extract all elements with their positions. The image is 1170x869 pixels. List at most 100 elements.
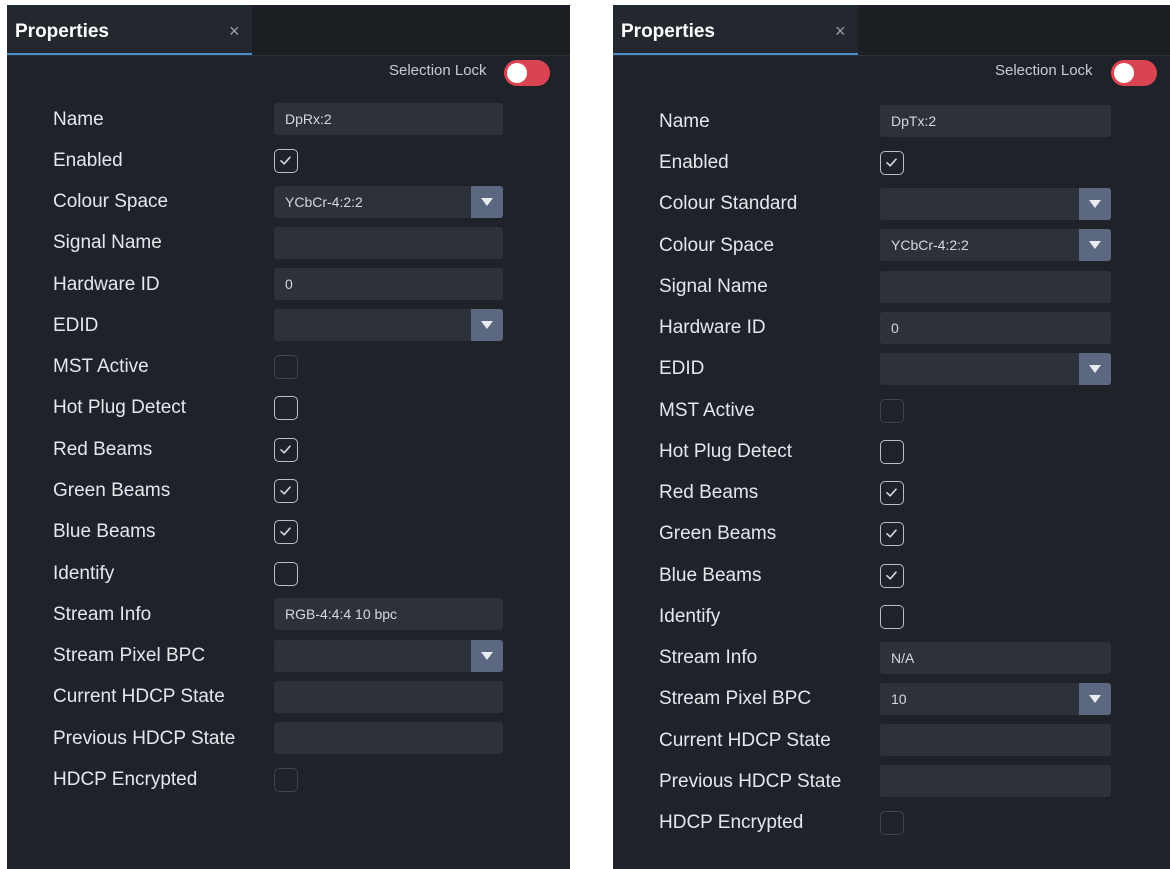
tab-properties[interactable]: Properties × bbox=[7, 5, 252, 55]
tab-bar: Properties × bbox=[7, 5, 570, 56]
identify-label: Identify bbox=[53, 563, 115, 584]
signal-name-field[interactable] bbox=[880, 271, 1111, 303]
previous-hdcp-state-field[interactable] bbox=[880, 765, 1111, 797]
current-hdcp-state-field[interactable] bbox=[880, 724, 1111, 756]
hardware-id-label: Hardware ID bbox=[53, 274, 160, 295]
signal-name-label: Signal Name bbox=[659, 276, 768, 297]
hot-plug-detect-label: Hot Plug Detect bbox=[659, 441, 793, 462]
stream-pixel-bpc-label: Stream Pixel BPC bbox=[53, 645, 206, 666]
chevron-down-icon[interactable] bbox=[1079, 229, 1111, 261]
previous-hdcp-state-label: Previous HDCP State bbox=[659, 771, 842, 792]
stream-info-field[interactable]: N/A bbox=[880, 642, 1111, 674]
selection-lock-label: Selection Lock bbox=[389, 62, 487, 79]
signal-name-field[interactable] bbox=[274, 227, 503, 259]
colour-standard-label: Colour Standard bbox=[659, 193, 798, 214]
enabled-label: Enabled bbox=[53, 150, 123, 171]
enabled-checkbox[interactable] bbox=[880, 151, 904, 175]
toggle-knob bbox=[507, 63, 527, 83]
colour-space-label: Colour Space bbox=[659, 235, 775, 256]
colour-space-value: YCbCr-4:2:2 bbox=[285, 194, 363, 210]
stream-pixel-bpc-select[interactable]: 10 bbox=[880, 683, 1111, 715]
edid-select[interactable] bbox=[880, 353, 1111, 385]
check-icon bbox=[886, 529, 897, 538]
chevron-down-icon[interactable] bbox=[471, 640, 503, 672]
edid-select[interactable] bbox=[274, 309, 503, 341]
stream-pixel-bpc-label: Stream Pixel BPC bbox=[659, 688, 812, 709]
name-label: Name bbox=[53, 109, 104, 130]
name-label: Name bbox=[659, 111, 710, 132]
tab-bar: Properties × bbox=[613, 5, 1170, 56]
mst-active-label: MST Active bbox=[659, 400, 755, 421]
current-hdcp-state-field[interactable] bbox=[274, 681, 503, 713]
hot-plug-detect-checkbox[interactable] bbox=[880, 440, 904, 464]
check-icon bbox=[280, 527, 291, 536]
current-hdcp-state-label: Current HDCP State bbox=[659, 730, 831, 751]
tab-title: Properties bbox=[15, 21, 109, 42]
selection-lock-toggle[interactable] bbox=[504, 60, 550, 86]
enabled-label: Enabled bbox=[659, 152, 729, 173]
name-field[interactable]: DpRx:2 bbox=[274, 103, 503, 135]
identify-checkbox[interactable] bbox=[274, 562, 298, 586]
check-icon bbox=[886, 158, 897, 167]
red-beams-checkbox[interactable] bbox=[880, 481, 904, 505]
red-beams-label: Red Beams bbox=[659, 482, 759, 503]
green-beams-checkbox[interactable] bbox=[880, 522, 904, 546]
hdcp-encrypted-label: HDCP Encrypted bbox=[53, 769, 198, 790]
red-beams-checkbox[interactable] bbox=[274, 438, 298, 462]
hdcp-encrypted-checkbox bbox=[274, 768, 298, 792]
stream-pixel-bpc-select[interactable] bbox=[274, 640, 503, 672]
chevron-down-icon[interactable] bbox=[1079, 353, 1111, 385]
blue-beams-checkbox[interactable] bbox=[274, 520, 298, 544]
hdcp-encrypted-label: HDCP Encrypted bbox=[659, 812, 804, 833]
hdcp-encrypted-checkbox bbox=[880, 811, 904, 835]
tab-title: Properties bbox=[621, 21, 715, 42]
blue-beams-checkbox[interactable] bbox=[880, 564, 904, 588]
toggle-knob bbox=[1114, 63, 1134, 83]
check-icon bbox=[886, 571, 897, 580]
selection-lock-toggle[interactable] bbox=[1111, 60, 1157, 86]
colour-standard-select[interactable] bbox=[880, 188, 1111, 220]
check-icon bbox=[280, 156, 291, 165]
mst-active-checkbox bbox=[880, 399, 904, 423]
colour-space-label: Colour Space bbox=[53, 191, 169, 212]
green-beams-label: Green Beams bbox=[659, 523, 777, 544]
green-beams-checkbox[interactable] bbox=[274, 479, 298, 503]
red-beams-label: Red Beams bbox=[53, 439, 153, 460]
stream-info-label: Stream Info bbox=[659, 647, 758, 668]
chevron-down-icon[interactable] bbox=[1079, 683, 1111, 715]
stream-pixel-bpc-value: 10 bbox=[891, 691, 907, 707]
selection-lock-label: Selection Lock bbox=[995, 62, 1093, 79]
chevron-down-icon[interactable] bbox=[471, 186, 503, 218]
chevron-down-icon[interactable] bbox=[471, 309, 503, 341]
identify-checkbox[interactable] bbox=[880, 605, 904, 629]
check-icon bbox=[886, 488, 897, 497]
previous-hdcp-state-field[interactable] bbox=[274, 722, 503, 754]
stream-info-field[interactable]: RGB-4:4:4 10 bpc bbox=[274, 598, 503, 630]
colour-space-value: YCbCr-4:2:2 bbox=[891, 237, 969, 253]
properties-panel-rx: Properties × Selection Lock Name DpRx:2 … bbox=[7, 5, 570, 869]
hardware-id-field[interactable]: 0 bbox=[880, 312, 1111, 344]
current-hdcp-state-label: Current HDCP State bbox=[53, 686, 225, 707]
mst-active-checkbox bbox=[274, 355, 298, 379]
colour-space-select[interactable]: YCbCr-4:2:2 bbox=[880, 229, 1111, 261]
name-field[interactable]: DpTx:2 bbox=[880, 105, 1111, 137]
mst-active-label: MST Active bbox=[53, 356, 149, 377]
check-icon bbox=[280, 486, 291, 495]
colour-space-select[interactable]: YCbCr-4:2:2 bbox=[274, 186, 503, 218]
hot-plug-detect-checkbox[interactable] bbox=[274, 396, 298, 420]
chevron-down-icon[interactable] bbox=[1079, 188, 1111, 220]
blue-beams-label: Blue Beams bbox=[659, 565, 762, 586]
close-icon[interactable]: × bbox=[229, 21, 240, 42]
identify-label: Identify bbox=[659, 606, 721, 627]
green-beams-label: Green Beams bbox=[53, 480, 171, 501]
blue-beams-label: Blue Beams bbox=[53, 521, 156, 542]
close-icon[interactable]: × bbox=[835, 21, 846, 42]
tab-properties[interactable]: Properties × bbox=[613, 5, 858, 55]
signal-name-label: Signal Name bbox=[53, 232, 162, 253]
properties-panel-tx: Properties × Selection Lock Name DpTx:2 … bbox=[613, 5, 1170, 869]
stream-info-label: Stream Info bbox=[53, 604, 152, 625]
check-icon bbox=[280, 445, 291, 454]
hot-plug-detect-label: Hot Plug Detect bbox=[53, 397, 187, 418]
hardware-id-field[interactable]: 0 bbox=[274, 268, 503, 300]
enabled-checkbox[interactable] bbox=[274, 149, 298, 173]
